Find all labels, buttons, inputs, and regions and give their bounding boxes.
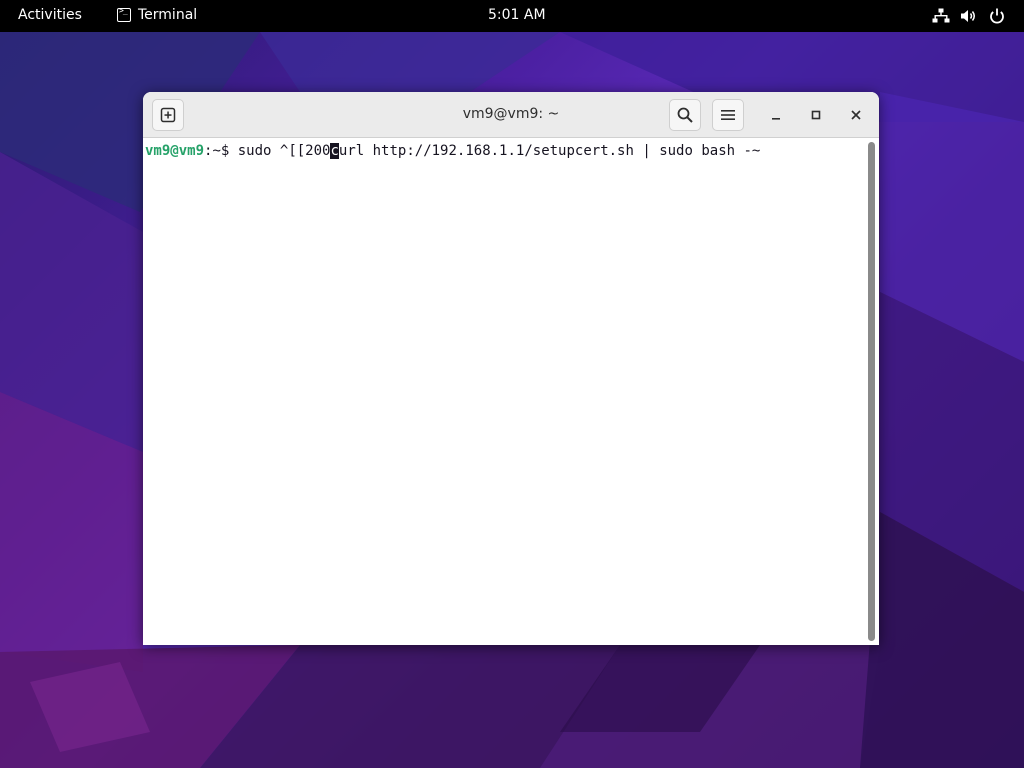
activities-button[interactable]: Activities <box>18 7 82 23</box>
new-tab-button[interactable] <box>152 99 184 131</box>
power-icon[interactable] <box>988 8 1006 24</box>
command-line: vm9@vm9:~$ sudo ^[[200curl http://192.16… <box>145 143 760 159</box>
prompt-symbol: $ <box>220 143 238 159</box>
volume-icon[interactable] <box>960 8 978 24</box>
terminal-app-icon <box>117 6 131 22</box>
close-icon <box>851 110 861 120</box>
network-icon[interactable] <box>932 8 950 24</box>
terminal-window: vm9@vm9: ~ vm9@vm9:~$ sudo ^[[200curl ht… <box>143 92 879 645</box>
command-text-before-cursor: sudo ^[[200 <box>237 143 331 159</box>
system-tray[interactable] <box>932 8 1006 24</box>
hamburger-menu-icon <box>721 110 735 120</box>
command-text-after-cursor: url http://192.168.1.1/setupcert.sh | su… <box>338 143 761 159</box>
header-bar[interactable]: vm9@vm9: ~ <box>143 92 879 138</box>
app-menu-label: Terminal <box>138 7 198 23</box>
minimize-icon <box>772 118 780 120</box>
scrollbar[interactable] <box>868 142 875 641</box>
new-tab-icon <box>160 107 176 123</box>
maximize-button[interactable] <box>803 102 829 128</box>
prompt-user: vm9@vm9 <box>145 143 205 159</box>
maximize-icon <box>811 110 821 120</box>
text-cursor: c <box>330 143 339 159</box>
search-button[interactable] <box>669 99 701 131</box>
terminal-area[interactable]: vm9@vm9:~$ sudo ^[[200curl http://192.16… <box>143 138 865 645</box>
app-menu[interactable]: Terminal <box>117 6 198 23</box>
close-button[interactable] <box>843 102 869 128</box>
prompt-path: ~ <box>212 143 221 159</box>
search-icon <box>677 107 693 123</box>
top-bar: Activities Terminal 5:01 AM <box>0 0 1024 32</box>
minimize-button[interactable] <box>763 102 789 128</box>
clock[interactable]: 5:01 AM <box>488 7 546 23</box>
main-menu-button[interactable] <box>712 99 744 131</box>
